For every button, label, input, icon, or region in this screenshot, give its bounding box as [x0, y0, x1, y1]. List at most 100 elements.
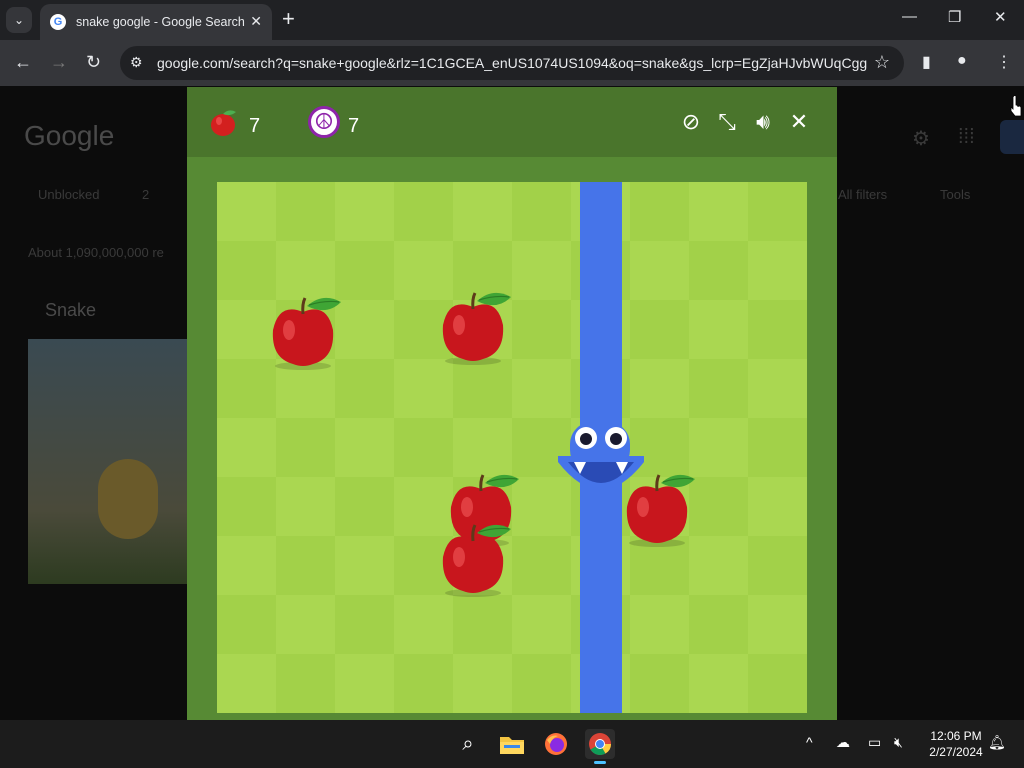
new-tab-button[interactable]: + — [282, 8, 295, 30]
apps-grid-icon[interactable]: ⁞⁞⁞ — [958, 126, 975, 149]
notification-bell-icon[interactable]: 🔔︎ — [988, 734, 1006, 751]
mouse-cursor-icon — [1010, 96, 1022, 117]
close-game-icon[interactable]: ✕ — [785, 109, 813, 135]
board-cell — [394, 359, 453, 418]
tab-active[interactable]: G snake google - Google Search ✕ — [40, 4, 272, 40]
back-button[interactable]: ← — [14, 52, 32, 72]
bookmark-star-icon[interactable]: ☆ — [874, 52, 890, 73]
side-title: Snake — [45, 300, 97, 320]
snake-game-window: 7 ☮ 7 ⊘ ⤡ 🔊︎ ✕ — [187, 87, 837, 720]
clock-time: 12:06 PM — [930, 729, 982, 743]
profile-icon[interactable]: ● — [957, 52, 967, 70]
system-clock[interactable]: 12:06 PM 2/27/2024 — [922, 728, 990, 760]
site-info-icon[interactable]: ⚙ — [130, 54, 143, 71]
board-cell — [276, 477, 335, 536]
address-bar[interactable]: ⚙ google.com/search?q=snake+google&rlz=1… — [120, 46, 904, 80]
game-board[interactable] — [217, 182, 807, 713]
board-cell — [689, 241, 748, 300]
board-cell — [630, 182, 689, 241]
file-explorer-icon[interactable] — [497, 729, 527, 759]
apple-food — [442, 524, 511, 597]
chrome-icon[interactable] — [585, 729, 615, 764]
board-cell — [689, 300, 748, 359]
board-cell — [748, 477, 807, 536]
board-cell — [453, 182, 512, 241]
board-cell — [748, 300, 807, 359]
board-cell — [335, 536, 394, 595]
board-cell — [748, 182, 807, 241]
board-cell — [689, 595, 748, 654]
board-cell — [276, 654, 335, 713]
google-favicon-icon: G — [50, 14, 66, 30]
board-cell — [217, 182, 276, 241]
board-cell — [512, 182, 571, 241]
apple-food — [272, 297, 341, 370]
exit-fullscreen-icon[interactable]: ⤡ — [713, 109, 741, 135]
no-entry-icon[interactable]: ⊘ — [677, 109, 705, 135]
board-cell — [217, 654, 276, 713]
firefox-icon[interactable] — [541, 729, 571, 759]
board-cell — [689, 182, 748, 241]
board-cell — [748, 418, 807, 477]
board-cell — [512, 595, 571, 654]
board-cell — [630, 300, 689, 359]
sound-icon[interactable]: 🔊︎ — [749, 109, 777, 135]
filter-unblocked[interactable]: Unblocked — [38, 187, 99, 202]
board-cell — [630, 241, 689, 300]
board-cell — [335, 595, 394, 654]
reload-button[interactable]: ↻ — [86, 52, 101, 72]
board-cell — [453, 359, 512, 418]
restore-button[interactable]: ❐ — [948, 8, 961, 26]
board-cell — [335, 477, 394, 536]
windows-taskbar: ⌕ ^ ☁ ▭ 🔇︎ 12:06 PM 2/27/2024 🔔︎ — [0, 720, 1024, 768]
tab-close-icon[interactable]: ✕ — [250, 13, 262, 30]
tray-chevron-up-icon[interactable]: ^ — [806, 734, 813, 750]
all-filters-button[interactable]: All filters — [838, 187, 887, 202]
apple-food — [626, 474, 695, 547]
google-logo[interactable]: Google — [24, 120, 114, 152]
board-cell — [217, 536, 276, 595]
board-cell — [512, 359, 571, 418]
board-cell — [689, 359, 748, 418]
board-cell — [689, 654, 748, 713]
network-icon[interactable]: ▭ — [868, 734, 881, 751]
board-cell — [512, 300, 571, 359]
filter-count[interactable]: 2 — [142, 187, 149, 202]
board-cell — [335, 418, 394, 477]
tools-button[interactable]: Tools — [940, 187, 970, 202]
board-cell — [217, 418, 276, 477]
best-score-value: 7 — [348, 115, 360, 137]
result-stats: About 1,090,000,000 re — [28, 245, 164, 260]
board-cell — [748, 536, 807, 595]
board-cell — [276, 418, 335, 477]
apple-food — [442, 292, 511, 365]
board-cell — [217, 595, 276, 654]
board-cell — [394, 654, 453, 713]
board-cell — [512, 654, 571, 713]
board-cell — [748, 654, 807, 713]
volume-muted-icon[interactable]: 🔇︎ — [894, 734, 903, 751]
board-cell — [630, 595, 689, 654]
apple-score-icon — [211, 110, 236, 136]
url-text[interactable]: google.com/search?q=snake+google&rlz=1C1… — [157, 55, 867, 71]
onedrive-offline-icon[interactable]: ☁ — [836, 734, 850, 751]
minimize-button[interactable]: — — [902, 8, 917, 25]
side-panel-icon[interactable]: ▮ — [922, 52, 931, 72]
forward-button[interactable]: → — [50, 52, 68, 72]
snake-preview-image[interactable] — [28, 339, 188, 584]
window-close-button[interactable]: ✕ — [994, 8, 1007, 26]
board-cell — [276, 595, 335, 654]
board-cell — [748, 595, 807, 654]
tab-search-button[interactable]: ⌄ — [6, 7, 32, 33]
board-cell — [276, 536, 335, 595]
settings-gear-icon[interactable]: ⚙ — [912, 126, 930, 151]
board-cell — [394, 595, 453, 654]
sign-in-button[interactable] — [1000, 120, 1024, 154]
search-icon[interactable]: ⌕ — [453, 729, 483, 759]
clock-date: 2/27/2024 — [929, 745, 983, 759]
board-cell — [217, 477, 276, 536]
menu-kebab-icon[interactable]: ⋮ — [996, 52, 1012, 72]
tab-strip: ⌄ G snake google - Google Search ✕ + — ❐… — [0, 0, 1024, 40]
browser-toolbar: ← → ↻ ⚙ google.com/search?q=snake+google… — [0, 40, 1024, 86]
board-cell — [512, 241, 571, 300]
